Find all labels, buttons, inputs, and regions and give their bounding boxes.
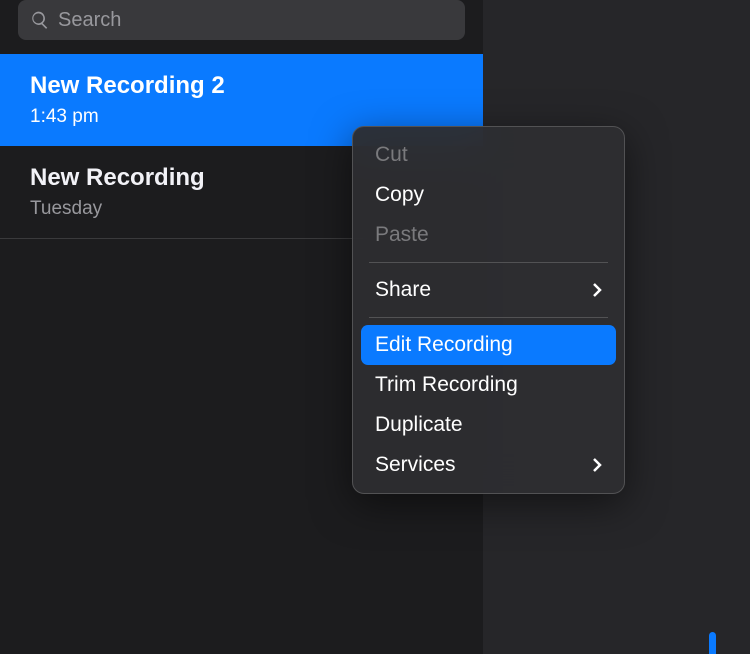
menu-separator: [369, 317, 608, 318]
menu-item-copy[interactable]: Copy: [353, 175, 624, 215]
menu-item-edit-recording[interactable]: Edit Recording: [361, 325, 616, 365]
menu-item-cut[interactable]: Cut: [353, 135, 624, 175]
search-container: Search: [0, 0, 483, 54]
menu-item-share[interactable]: Share: [353, 270, 624, 310]
menu-separator: [369, 262, 608, 263]
recording-title: New Recording 2: [30, 72, 461, 100]
playhead-indicator[interactable]: [709, 632, 716, 654]
chevron-right-icon: [592, 282, 602, 298]
search-icon: [30, 10, 50, 30]
menu-item-services[interactable]: Services: [353, 445, 624, 485]
chevron-right-icon: [592, 457, 602, 473]
menu-item-paste[interactable]: Paste: [353, 215, 624, 255]
menu-item-duplicate[interactable]: Duplicate: [353, 405, 624, 445]
search-placeholder: Search: [58, 9, 121, 32]
menu-item-trim-recording[interactable]: Trim Recording: [353, 365, 624, 405]
search-input[interactable]: Search: [18, 0, 465, 40]
context-menu: Cut Copy Paste Share Edit Recording Trim…: [352, 126, 625, 494]
recording-time: 1:43 pm: [30, 106, 461, 128]
